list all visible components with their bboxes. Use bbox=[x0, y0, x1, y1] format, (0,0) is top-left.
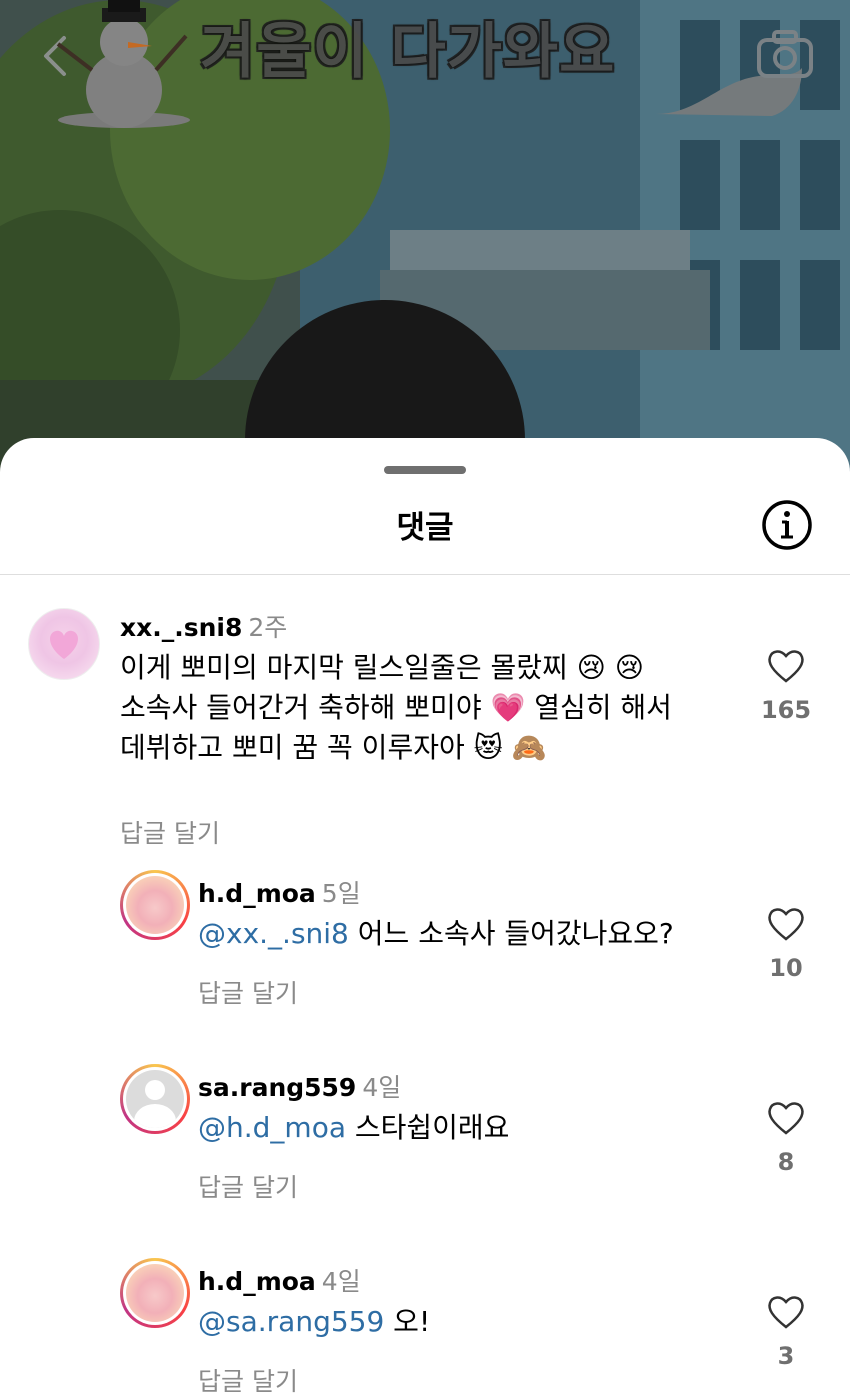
avatar bbox=[123, 1261, 187, 1325]
heart-icon bbox=[768, 1296, 804, 1329]
avatar bbox=[123, 1067, 187, 1131]
avatar-story-ring[interactable] bbox=[120, 1258, 190, 1328]
camera-icon[interactable] bbox=[756, 28, 814, 80]
avatar bbox=[123, 873, 187, 937]
comment-username[interactable]: xx._.sni8 2주 bbox=[120, 608, 287, 644]
reply-button[interactable]: 답글 달기 bbox=[198, 1362, 298, 1394]
sheet-title: 댓글 bbox=[396, 510, 454, 546]
like-button[interactable]: 10 bbox=[758, 906, 814, 982]
reply-item: h.d_moa 4일 @sa.rang559 오! 답글 달기 3 bbox=[0, 1258, 850, 1394]
comment-text: @sa.rang559 오! bbox=[198, 1305, 431, 1338]
like-count: 3 bbox=[777, 1342, 795, 1370]
default-avatar-icon bbox=[126, 1070, 184, 1128]
like-button[interactable]: 3 bbox=[758, 1294, 814, 1370]
mention-link[interactable]: @xx._.sni8 bbox=[198, 917, 349, 950]
comment-time: 5일 bbox=[321, 879, 361, 908]
comment-username[interactable]: sa.rang559 4일 bbox=[198, 1068, 401, 1104]
heart-icon bbox=[768, 908, 804, 941]
reel-overlay-text: 겨울이 다가와요 bbox=[200, 17, 616, 87]
like-count: 8 bbox=[777, 1148, 795, 1176]
comment-line: 소속사 들어간거 축하해 뽀미야 💗 열심히 해서 bbox=[120, 691, 672, 724]
comment-text: @h.d_moa 스타쉽이래요 bbox=[198, 1111, 510, 1144]
avatar-story-ring[interactable] bbox=[120, 870, 190, 940]
avatar-story-ring[interactable] bbox=[120, 1064, 190, 1134]
reply-item: h.d_moa 5일 @xx._.sni8 어느 소속사 들어갔나요오? 답글 달… bbox=[0, 870, 850, 1030]
comment-text: @xx._.sni8 어느 소속사 들어갔나요오? bbox=[198, 917, 674, 950]
comment-line: 이게 뽀미의 마지막 릴스일줄은 몰랐찌 😢 😢 bbox=[120, 651, 644, 684]
mention-link[interactable]: @h.d_moa bbox=[198, 1111, 346, 1144]
avatar-heart-icon bbox=[50, 630, 78, 659]
reply-button[interactable]: 답글 달기 bbox=[198, 974, 298, 1010]
heart-icon bbox=[768, 1102, 804, 1135]
comment-username[interactable]: h.d_moa 4일 bbox=[198, 1262, 361, 1298]
comment-time: 4일 bbox=[362, 1073, 402, 1102]
avatar-image bbox=[126, 1264, 184, 1322]
reply-button[interactable]: 답글 달기 bbox=[198, 1168, 298, 1204]
reel-top-bar: 겨울이 다가와요 bbox=[0, 0, 850, 128]
comment-username[interactable]: h.d_moa 5일 bbox=[198, 874, 361, 910]
mention-link[interactable]: @sa.rang559 bbox=[198, 1305, 384, 1338]
snowman-sticker bbox=[56, 0, 190, 128]
comment-time: 4일 bbox=[321, 1267, 361, 1296]
like-count: 165 bbox=[760, 696, 812, 724]
comment-text: 이게 뽀미의 마지막 릴스일줄은 몰랐찌 😢 😢 소속사 들어간거 축하해 뽀미… bbox=[120, 648, 672, 768]
comment-line: 데뷔하고 뽀미 꿈 꼭 이루자아 😻 🙈 bbox=[120, 731, 547, 764]
like-button[interactable]: 8 bbox=[758, 1100, 814, 1176]
divider bbox=[0, 574, 850, 575]
info-icon[interactable] bbox=[760, 498, 814, 552]
heart-icon bbox=[768, 650, 804, 683]
comment-item: xx._.sni8 2주 이게 뽀미의 마지막 릴스일줄은 몰랐찌 😢 😢 소속사… bbox=[0, 608, 850, 848]
like-count: 10 bbox=[769, 954, 803, 982]
comments-sheet: 댓글 xx._.sni8 2주 이게 뽀미의 마지막 릴스일줄은 몰랐찌 😢 😢 … bbox=[0, 438, 850, 1394]
avatar-image bbox=[126, 876, 184, 934]
like-button[interactable]: 165 bbox=[758, 648, 814, 724]
drag-handle[interactable] bbox=[384, 466, 466, 474]
avatar[interactable] bbox=[28, 608, 100, 680]
comment-time: 2주 bbox=[248, 613, 288, 642]
reply-button[interactable]: 답글 달기 bbox=[120, 814, 220, 850]
reply-item: sa.rang559 4일 @h.d_moa 스타쉽이래요 답글 달기 8 bbox=[0, 1064, 850, 1224]
